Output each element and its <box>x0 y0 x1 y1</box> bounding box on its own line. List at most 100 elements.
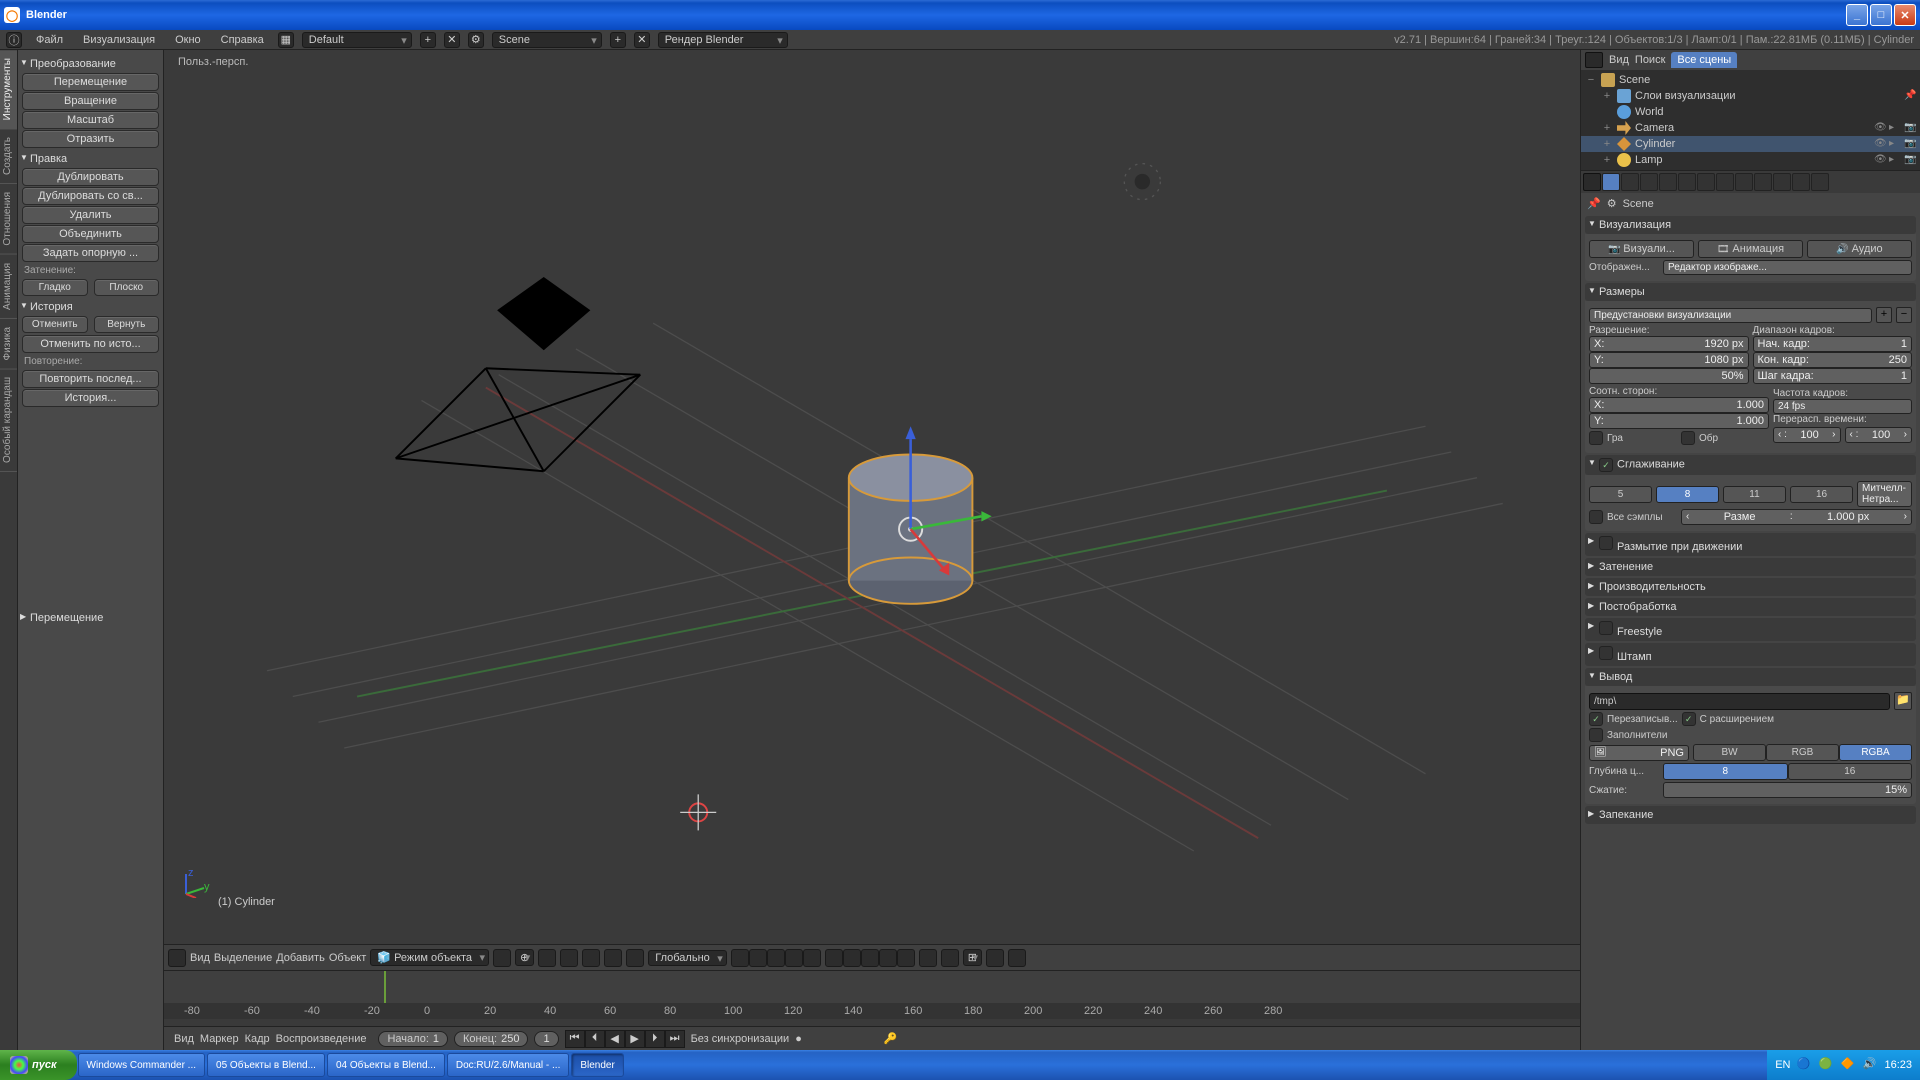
outliner-item-mesh[interactable]: +Cylinder👁▸📷 <box>1581 136 1920 152</box>
taskbar-app[interactable]: Blender <box>571 1053 623 1077</box>
keyframe-prev-icon[interactable]: ⏴ <box>585 1030 605 1048</box>
freestyle-header[interactable]: Freestyle <box>1585 618 1916 641</box>
color-depth-8[interactable]: 8 <box>1663 763 1788 780</box>
join-button[interactable]: Объединить <box>22 225 159 243</box>
stamp-checkbox[interactable] <box>1599 646 1613 660</box>
res-x-field[interactable]: X:1920 px <box>1589 336 1749 352</box>
tab-renderlayers-icon[interactable] <box>1621 173 1639 191</box>
opengl-render-icon[interactable] <box>986 949 1004 967</box>
scene-browse-icon[interactable]: ⚙ <box>468 32 484 48</box>
color-mode-rgb[interactable]: RGB <box>1766 744 1839 761</box>
outliner-menu-view[interactable]: Вид <box>1609 54 1629 66</box>
maximize-button[interactable]: □ <box>1870 4 1892 26</box>
tab-gpencil[interactable]: Особый карандаш <box>0 369 17 472</box>
lang-indicator[interactable]: EN <box>1775 1059 1790 1071</box>
start-button[interactable]: пуск <box>0 1050 77 1080</box>
play-reverse-icon[interactable]: ◀ <box>605 1030 625 1048</box>
snap-toggle-icon[interactable] <box>941 949 959 967</box>
aa-sample-16[interactable]: 16 <box>1790 486 1853 503</box>
full-sample-checkbox[interactable] <box>1589 510 1603 524</box>
render-section-header[interactable]: Визуализация <box>1585 216 1916 234</box>
mb-checkbox[interactable] <box>1599 536 1613 550</box>
manipulator-scale-icon[interactable] <box>626 949 644 967</box>
aa-sample-5[interactable]: 5 <box>1589 486 1652 503</box>
duplicate-linked-button[interactable]: Дублировать со св... <box>22 187 159 205</box>
frame-start-field[interactable]: Нач. кадр:1 <box>1753 336 1913 352</box>
pin-icon[interactable]: 📌 <box>1587 197 1601 210</box>
viewport-3d[interactable]: Польз.-персп. <box>164 50 1580 944</box>
duplicate-button[interactable]: Дублировать <box>22 168 159 186</box>
frame-end-field[interactable]: Кон. кадр:250 <box>1753 352 1913 368</box>
history-button[interactable]: История... <box>22 389 159 407</box>
screen-layout-dropdown[interactable]: Default <box>302 32 412 48</box>
tl-menu-playback[interactable]: Воспроизведение <box>276 1033 367 1045</box>
manipulator-toggle-icon[interactable] <box>560 949 578 967</box>
volume-icon[interactable]: 🔊 <box>1862 1057 1878 1073</box>
shading-solid-icon[interactable] <box>493 949 511 967</box>
timeline-ruler[interactable]: -80-60-40-200204060801001201401601802002… <box>164 1003 1580 1019</box>
perf-header[interactable]: Производительность <box>1585 578 1916 596</box>
screen-add-icon[interactable]: + <box>420 32 436 48</box>
outliner-item-scene[interactable]: −Scene <box>1581 72 1920 88</box>
tab-world-icon[interactable] <box>1659 173 1677 191</box>
tl-menu-view[interactable]: Вид <box>174 1033 194 1045</box>
tab-constraints-icon[interactable] <box>1697 173 1715 191</box>
layers-buttons[interactable] <box>731 949 915 967</box>
tab-tools[interactable]: Инструменты <box>0 50 17 129</box>
taskbar-app[interactable]: 04 Объекты в Blend... <box>327 1053 445 1077</box>
taskbar-app[interactable]: Windows Commander ... <box>78 1053 205 1077</box>
bake-header[interactable]: Запекание <box>1585 806 1916 824</box>
aa-header[interactable]: ✓Сглаживание <box>1585 455 1916 475</box>
keyframe-next-icon[interactable]: ⏵ <box>645 1030 665 1048</box>
menu-add[interactable]: Добавить <box>276 952 325 964</box>
scale-button[interactable]: Масштаб <box>22 111 159 129</box>
jump-start-icon[interactable]: ⏮ <box>565 1030 585 1048</box>
color-depth-16[interactable]: 16 <box>1788 763 1913 780</box>
remap-new-field[interactable]: ‹ :100 › <box>1845 427 1913 443</box>
output-header[interactable]: Вывод <box>1585 668 1916 686</box>
scene-remove-icon[interactable]: ✕ <box>634 32 650 48</box>
history-header[interactable]: История <box>20 297 161 315</box>
outliner-item-cam[interactable]: +Camera👁▸📷 <box>1581 120 1920 136</box>
tab-animation[interactable]: Анимация <box>0 255 17 319</box>
mirror-button[interactable]: Отразить <box>22 130 159 148</box>
editor-type-icon[interactable]: ⓘ <box>6 32 22 48</box>
format-dropdown[interactable]: 🖼 PNG <box>1589 745 1689 761</box>
aspect-y-field[interactable]: Y:1.000 <box>1589 413 1769 429</box>
tab-render-icon[interactable] <box>1602 173 1620 191</box>
close-button[interactable]: ✕ <box>1894 4 1916 26</box>
color-mode-bw[interactable]: BW <box>1693 744 1766 761</box>
editor-type-view3d-icon[interactable] <box>168 949 186 967</box>
post-header[interactable]: Постобработка <box>1585 598 1916 616</box>
start-frame-field[interactable]: Начало:1 <box>378 1031 448 1047</box>
menu-window[interactable]: Окно <box>169 32 207 48</box>
menu-help[interactable]: Справка <box>215 32 270 48</box>
edit-header[interactable]: Правка <box>20 149 161 167</box>
tab-data-icon[interactable] <box>1735 173 1753 191</box>
undo-history-button[interactable]: Отменить по исто... <box>22 335 159 353</box>
editor-type-outliner-icon[interactable] <box>1585 52 1603 68</box>
placeholders-checkbox[interactable] <box>1589 728 1603 742</box>
render-preset-dropdown[interactable]: Предустановки визуализации <box>1589 308 1872 323</box>
play-icon[interactable]: ▶ <box>625 1030 645 1048</box>
tray-icon[interactable]: 🔵 <box>1796 1057 1812 1073</box>
aa-size-field[interactable]: ‹ Разме:1.000 px › <box>1681 509 1912 525</box>
preset-add-icon[interactable]: + <box>1876 307 1892 323</box>
res-y-field[interactable]: Y:1080 px <box>1589 352 1749 368</box>
aa-filter-dropdown[interactable]: Митчелл-Нетра... <box>1857 481 1912 507</box>
taskbar-app[interactable]: 05 Объекты в Blend... <box>207 1053 325 1077</box>
color-mode-rgba[interactable]: RGBA <box>1839 744 1912 761</box>
rotate-button[interactable]: Вращение <box>22 92 159 110</box>
aa-sample-11[interactable]: 11 <box>1723 486 1786 503</box>
tab-texture-icon[interactable] <box>1773 173 1791 191</box>
scene-add-icon[interactable]: + <box>610 32 626 48</box>
menu-view[interactable]: Вид <box>190 952 210 964</box>
tab-object-icon[interactable] <box>1678 173 1696 191</box>
translate-button[interactable]: Перемещение <box>22 73 159 91</box>
minimize-button[interactable]: _ <box>1846 4 1868 26</box>
dimensions-header[interactable]: Размеры <box>1585 283 1916 301</box>
tl-menu-frame[interactable]: Кадр <box>245 1033 270 1045</box>
clock[interactable]: 16:23 <box>1884 1059 1912 1071</box>
scene-dropdown[interactable]: Scene <box>492 32 602 48</box>
taskbar-app[interactable]: Doc:RU/2.6/Manual - ... <box>447 1053 569 1077</box>
